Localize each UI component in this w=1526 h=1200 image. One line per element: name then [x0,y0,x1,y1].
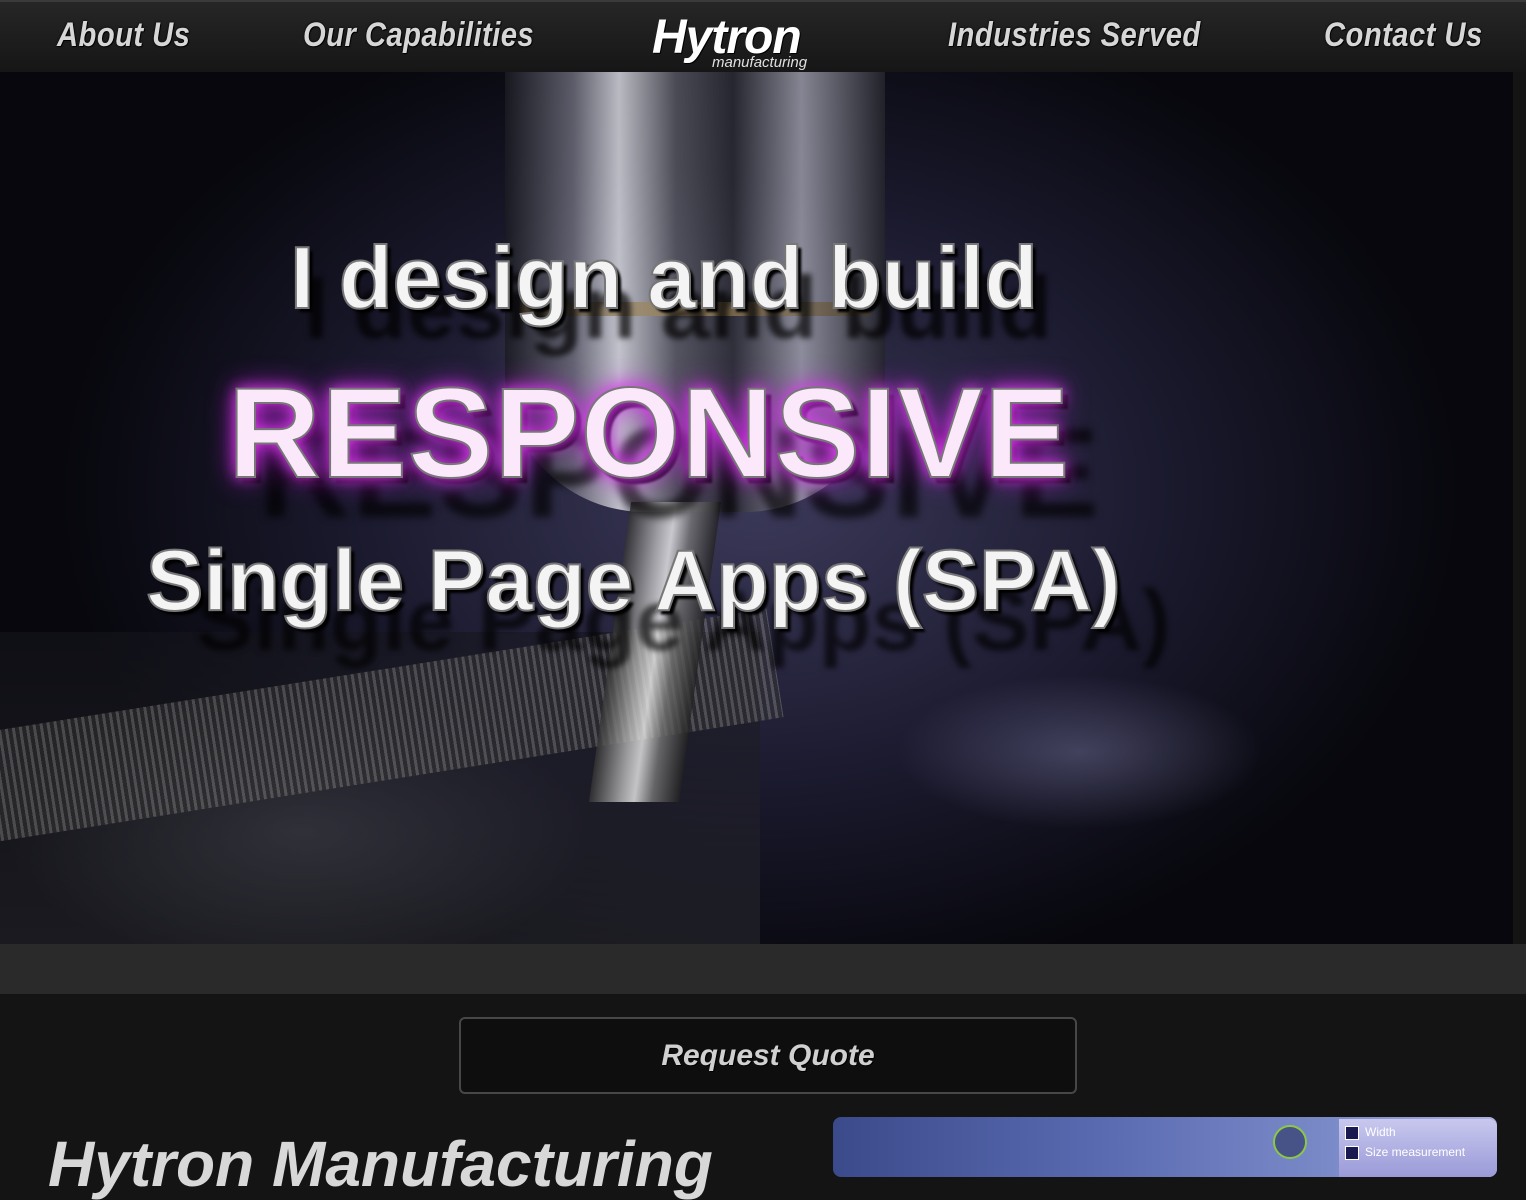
top-nav: About Us Our Capabilities Hytron manufac… [0,0,1526,76]
hero-banner: I design and build RESPONSIVE Single Pag… [0,72,1513,944]
measurement-row-size: Size measurement [1365,1145,1466,1159]
nav-our-capabilities[interactable]: Our Capabilities [303,16,534,55]
hero-bottom-strip [0,944,1526,994]
nav-about-us[interactable]: About Us [57,16,190,55]
request-quote-button[interactable]: Request Quote [459,1017,1077,1094]
measure-tool-icon [1273,1125,1307,1159]
width-marker-icon [1345,1126,1359,1140]
hytron-logo[interactable]: Hytron manufacturing [650,10,840,72]
hero-headline-line-3: Single Page Apps (SPA) [145,532,1122,630]
logo-tagline: manufacturing [712,54,808,71]
nav-industries-served[interactable]: Industries Served [948,16,1201,55]
hero-headline-line-1: I design and build [289,227,1039,328]
nav-contact-us[interactable]: Contact Us [1324,16,1483,55]
size-marker-icon [1345,1146,1359,1160]
section-heading: Hytron Manufacturing [48,1128,713,1200]
measurement-row-width: Width [1365,1125,1396,1139]
measurement-software-image: Width Size measurement [833,1117,1497,1177]
hero-headline-responsive: RESPONSIVE [227,361,1071,506]
